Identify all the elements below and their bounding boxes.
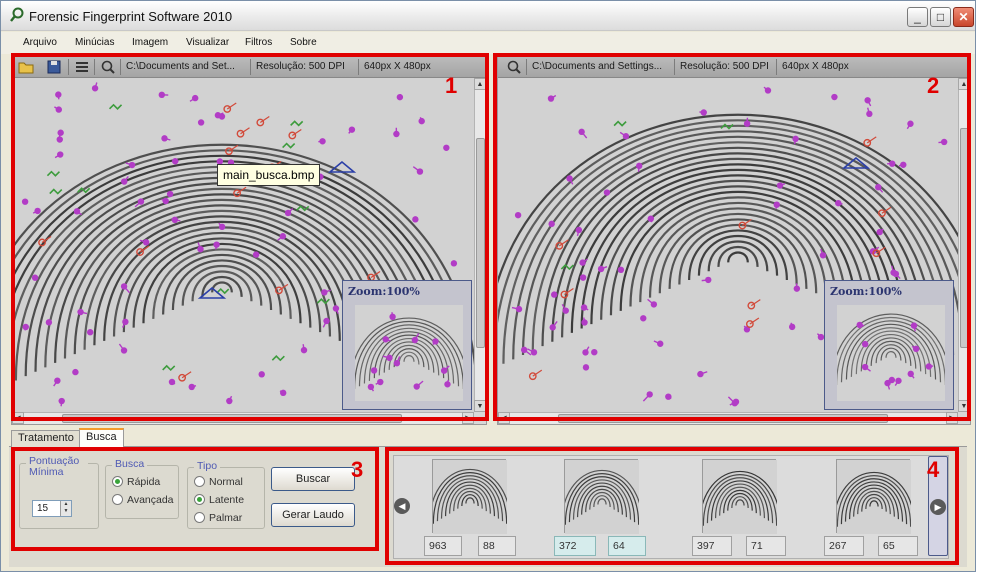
annotation-box-3 xyxy=(11,447,379,551)
window-title: Forensic Fingerprint Software 2010 xyxy=(29,9,233,24)
app-window: Forensic Fingerprint Software 2010 _ □ ✕… xyxy=(0,0,976,572)
menu-bar: Arquivo Minúcias Imagem Visualizar Filtr… xyxy=(1,32,975,54)
tab-tratamento[interactable]: Tratamento xyxy=(11,430,81,447)
annotation-number-1: 1 xyxy=(445,73,458,98)
annotation-number-2: 2 xyxy=(927,73,940,98)
annotation-number-4: 4 xyxy=(927,457,940,482)
maximize-button[interactable]: □ xyxy=(930,7,951,27)
app-magnifier-icon xyxy=(10,7,24,22)
menu-sobre[interactable]: Sobre xyxy=(290,37,317,48)
annotation-number-3: 3 xyxy=(351,457,364,482)
menu-visualizar[interactable]: Visualizar xyxy=(186,37,229,48)
annotation-box-4 xyxy=(385,447,959,565)
title-bar[interactable]: Forensic Fingerprint Software 2010 _ □ ✕ xyxy=(1,1,975,31)
close-button[interactable]: ✕ xyxy=(953,7,974,27)
annotation-box-2 xyxy=(493,53,971,421)
menu-filtros[interactable]: Filtros xyxy=(245,37,272,48)
menu-imagem[interactable]: Imagem xyxy=(132,37,168,48)
tab-busca[interactable]: Busca xyxy=(79,428,124,447)
menu-minucias[interactable]: Minúcias xyxy=(75,37,114,48)
menu-arquivo[interactable]: Arquivo xyxy=(23,37,57,48)
minimize-button[interactable]: _ xyxy=(907,7,928,27)
tab-strip: Tratamento Busca xyxy=(9,428,967,447)
annotation-box-1 xyxy=(11,53,489,421)
